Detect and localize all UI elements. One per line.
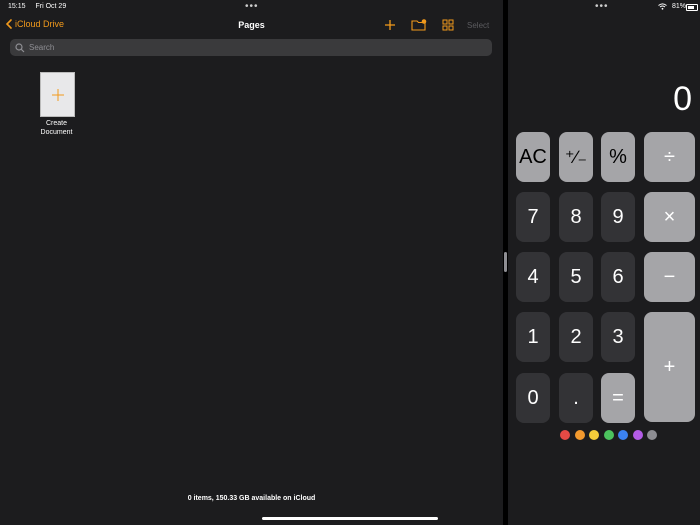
- minus-button[interactable]: −: [644, 252, 695, 302]
- split-view-handle[interactable]: [504, 252, 507, 272]
- status-date: Fri Oct 29: [35, 3, 67, 10]
- create-label-line2: Document: [40, 129, 73, 136]
- digit-0-button[interactable]: 0: [516, 373, 550, 423]
- color-dot[interactable]: [560, 430, 570, 440]
- status-bar-left: 15:15 Fri Oct 29: [8, 3, 74, 10]
- digit-7-button[interactable]: 7: [516, 192, 550, 242]
- digit-8-button[interactable]: 8: [559, 192, 593, 242]
- storage-footer: 0 items, 150.33 GB available on iCloud: [187, 495, 316, 502]
- grid-icon: [442, 19, 454, 31]
- decimal-button[interactable]: .: [559, 373, 593, 423]
- status-time: 15:15: [8, 3, 26, 10]
- digit-1-button[interactable]: 1: [516, 312, 550, 362]
- color-dot[interactable]: [647, 430, 657, 440]
- digit-3-button[interactable]: 3: [601, 312, 635, 362]
- plus-icon: [51, 88, 64, 101]
- multitasking-dots[interactable]: •••: [595, 2, 609, 12]
- multiply-button[interactable]: ×: [644, 192, 695, 242]
- color-dot[interactable]: [574, 430, 585, 440]
- grid-view-button[interactable]: [441, 18, 455, 32]
- equals-button[interactable]: =: [601, 373, 635, 423]
- create-document-tile[interactable]: [40, 72, 75, 117]
- color-dot[interactable]: [603, 430, 614, 440]
- add-button[interactable]: [383, 18, 397, 32]
- sign-toggle-button[interactable]: ⁺∕₋: [559, 132, 593, 182]
- search-input[interactable]: [29, 43, 469, 52]
- search-icon: [15, 42, 25, 52]
- color-dot[interactable]: [589, 430, 599, 440]
- color-dot[interactable]: [618, 430, 628, 440]
- new-folder-button[interactable]: [411, 18, 427, 32]
- battery-percent: 81%: [671, 3, 686, 10]
- page-title: Pages: [238, 20, 265, 30]
- digit-4-button[interactable]: 4: [516, 252, 550, 302]
- create-label-line1: Create: [45, 120, 67, 127]
- digit-9-button[interactable]: 9: [601, 192, 635, 242]
- percent-button[interactable]: %: [601, 132, 635, 182]
- color-dot[interactable]: [632, 430, 643, 440]
- plus-button[interactable]: +: [644, 312, 695, 422]
- search-bar[interactable]: [10, 39, 492, 56]
- calculator-pane: ••• 81% 0 AC ⁺∕₋ % ÷ 7 8 9 × 4 5 6 − 1 2…: [508, 0, 700, 525]
- digit-5-button[interactable]: 5: [559, 252, 593, 302]
- all-clear-button[interactable]: AC: [516, 132, 550, 182]
- select-button[interactable]: Select: [467, 21, 489, 30]
- create-document-label: Create Document: [26, 119, 87, 137]
- calculator-display: 0: [673, 80, 692, 118]
- wifi-icon: [658, 3, 667, 10]
- plus-icon: [385, 20, 395, 30]
- files-pane: [0, 0, 503, 525]
- folder-add-icon: [411, 19, 427, 31]
- digit-6-button[interactable]: 6: [601, 252, 635, 302]
- home-indicator[interactable]: [262, 517, 438, 520]
- battery-icon: [686, 4, 698, 11]
- digit-2-button[interactable]: 2: [559, 312, 593, 362]
- divide-button[interactable]: ÷: [644, 132, 695, 182]
- multitasking-dots[interactable]: •••: [245, 2, 259, 12]
